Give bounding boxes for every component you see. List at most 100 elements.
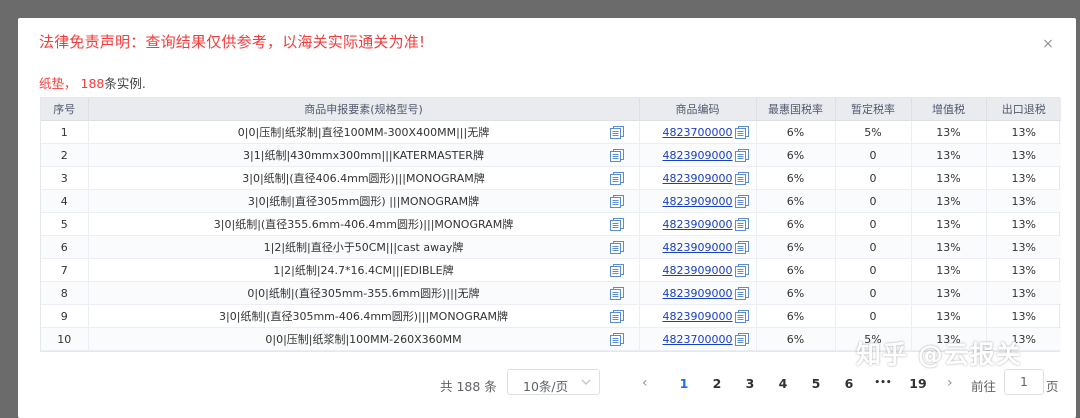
more-pages-button[interactable]: •••	[873, 378, 893, 388]
hs-code-link[interactable]: 4823909000	[663, 218, 733, 231]
row-code-cell: 4823909000	[639, 212, 757, 236]
page-size-select[interactable]: 10条/页	[507, 369, 600, 395]
copy-icon[interactable]	[609, 241, 624, 254]
row-index: 4	[41, 189, 89, 213]
copy-icon[interactable]	[734, 149, 749, 162]
goto-page-input[interactable]	[1004, 369, 1044, 395]
row-mfn-rate: 6%	[756, 304, 836, 328]
row-spec-cell: 0|0|纸制|(直径305mm-355.6mm圆形)|||无牌	[88, 281, 640, 305]
row-code-cell: 4823700000	[639, 327, 757, 351]
copy-icon[interactable]	[734, 310, 749, 323]
hs-code-link[interactable]: 4823909000	[663, 310, 733, 323]
page-button-2[interactable]: 2	[707, 376, 727, 391]
page-button-4[interactable]: 4	[773, 376, 793, 391]
copy-icon[interactable]	[734, 333, 749, 346]
copy-icon[interactable]	[734, 218, 749, 231]
row-export-rebate: 13%	[986, 212, 1061, 236]
row-code-cell: 4823909000	[639, 304, 757, 328]
table-row: 4 3|0|纸制|直径305mm圆形) |||MONOGRAM牌 482390900…	[41, 189, 1061, 213]
page-button-6[interactable]: 6	[839, 376, 859, 391]
row-vat: 13%	[911, 281, 987, 305]
copy-icon[interactable]	[609, 218, 624, 231]
row-spec-cell: 3|1|纸制|430mmx300mm|||KATERMASTER牌	[88, 143, 640, 167]
prev-page-button[interactable]: ‹	[642, 375, 648, 391]
row-mfn-rate: 6%	[756, 189, 836, 213]
col-header-vat: 增值税	[911, 98, 987, 121]
table-row: 3 3|0|纸制|(直径406.4mm圆形)|||MONOGRAM牌 4823909…	[41, 166, 1061, 190]
row-provisional-rate: 0	[835, 304, 912, 328]
page-button-3[interactable]: 3	[740, 376, 760, 391]
watermark: 知乎 @云报关	[856, 340, 1022, 369]
page-button-5[interactable]: 5	[806, 376, 826, 391]
row-spec: 3|0|纸制|(直径406.4mm圆形)|||MONOGRAM牌	[242, 172, 485, 185]
hs-code-link[interactable]: 4823909000	[663, 149, 733, 162]
copy-icon[interactable]	[734, 195, 749, 208]
row-mfn-rate: 6%	[756, 143, 836, 167]
col-header-provisional-rate: 暂定税率	[835, 98, 912, 121]
row-index: 1	[41, 120, 89, 144]
row-vat: 13%	[911, 120, 987, 144]
copy-icon[interactable]	[609, 264, 624, 277]
copy-icon[interactable]	[734, 287, 749, 300]
hs-code-link[interactable]: 4823909000	[663, 172, 733, 185]
row-export-rebate: 13%	[986, 166, 1061, 190]
copy-icon[interactable]	[609, 287, 624, 300]
table-header-row: 序号 商品申报要素(规格型号) 商品编码 最惠国税率 暂定税率 增值税 出口退税	[41, 98, 1061, 121]
summary-separator: ，	[64, 76, 77, 91]
copy-icon[interactable]	[734, 172, 749, 185]
row-export-rebate: 13%	[986, 304, 1061, 328]
row-spec-cell: 3|0|纸制|(直径305mm-406.4mm圆形)|||MONOGRAM牌	[88, 304, 640, 328]
row-spec: 3|0|纸制|(直径305mm-406.4mm圆形)|||MONOGRAM牌	[219, 310, 508, 323]
table-row: 1 0|0|压制|纸浆制|直径100MM-300X400MM|||无牌 482370…	[41, 120, 1061, 144]
row-index: 5	[41, 212, 89, 236]
row-index: 9	[41, 304, 89, 328]
result-table: 序号 商品申报要素(规格型号) 商品编码 最惠国税率 暂定税率 增值税 出口退税…	[40, 97, 1061, 352]
table-row: 7 1|2|纸制|24.7*16.4CM|||EDIBLE牌 4823909000 6…	[41, 258, 1061, 282]
chevron-down-icon	[581, 373, 591, 394]
row-spec-cell: 3|0|纸制|直径305mm圆形) |||MONOGRAM牌	[88, 189, 640, 213]
row-index: 2	[41, 143, 89, 167]
row-provisional-rate: 0	[835, 281, 912, 305]
row-spec-cell: 3|0|纸制|(直径406.4mm圆形)|||MONOGRAM牌	[88, 166, 640, 190]
row-provisional-rate: 0	[835, 143, 912, 167]
hs-code-link[interactable]: 4823909000	[663, 195, 733, 208]
close-icon[interactable]: ×	[1040, 36, 1056, 52]
copy-icon[interactable]	[734, 241, 749, 254]
copy-icon[interactable]	[734, 126, 749, 139]
copy-icon[interactable]	[609, 172, 624, 185]
hs-code-link[interactable]: 4823700000	[663, 126, 733, 139]
row-mfn-rate: 6%	[756, 281, 836, 305]
row-code-cell: 4823909000	[639, 258, 757, 282]
next-page-button[interactable]: ›	[947, 375, 953, 391]
copy-icon[interactable]	[609, 333, 624, 346]
row-code-cell: 4823909000	[639, 189, 757, 213]
pagination-total: 共 188 条	[440, 379, 497, 394]
summary-suffix: 条实例.	[104, 76, 146, 91]
row-spec: 3|0|纸制|直径305mm圆形) |||MONOGRAM牌	[247, 195, 480, 208]
row-mfn-rate: 6%	[756, 120, 836, 144]
table-row: 5 3|0|纸制|(直径355.6mm-406.4mm圆形)|||MONOGRAM…	[41, 212, 1061, 236]
copy-icon[interactable]	[609, 126, 624, 139]
hs-code-link[interactable]: 4823909000	[663, 241, 733, 254]
hs-code-link[interactable]: 4823909000	[663, 264, 733, 277]
row-mfn-rate: 6%	[756, 258, 836, 282]
row-vat: 13%	[911, 166, 987, 190]
row-export-rebate: 13%	[986, 143, 1061, 167]
copy-icon[interactable]	[609, 195, 624, 208]
copy-icon[interactable]	[609, 310, 624, 323]
hs-code-link[interactable]: 4823909000	[663, 287, 733, 300]
hs-code-link[interactable]: 4823700000	[663, 333, 733, 346]
row-code-cell: 4823909000	[639, 235, 757, 259]
pagination: 共 188 条 10条/页 ‹ 1 2 3 4 5 6 ••• 19 › 前往 …	[18, 369, 1076, 399]
row-spec: 0|0|压制|纸浆制|直径100MM-300X400MM|||无牌	[237, 126, 490, 139]
row-export-rebate: 13%	[986, 120, 1061, 144]
row-vat: 13%	[911, 212, 987, 236]
goto-suffix: 页	[1046, 379, 1059, 394]
page-button-1[interactable]: 1	[674, 376, 694, 391]
row-spec-cell: 1|2|纸制|24.7*16.4CM|||EDIBLE牌	[88, 258, 640, 282]
page-button-last[interactable]: 19	[906, 376, 930, 391]
copy-icon[interactable]	[609, 149, 624, 162]
row-export-rebate: 13%	[986, 189, 1061, 213]
copy-icon[interactable]	[734, 264, 749, 277]
col-header-spec: 商品申报要素(规格型号)	[88, 98, 640, 121]
